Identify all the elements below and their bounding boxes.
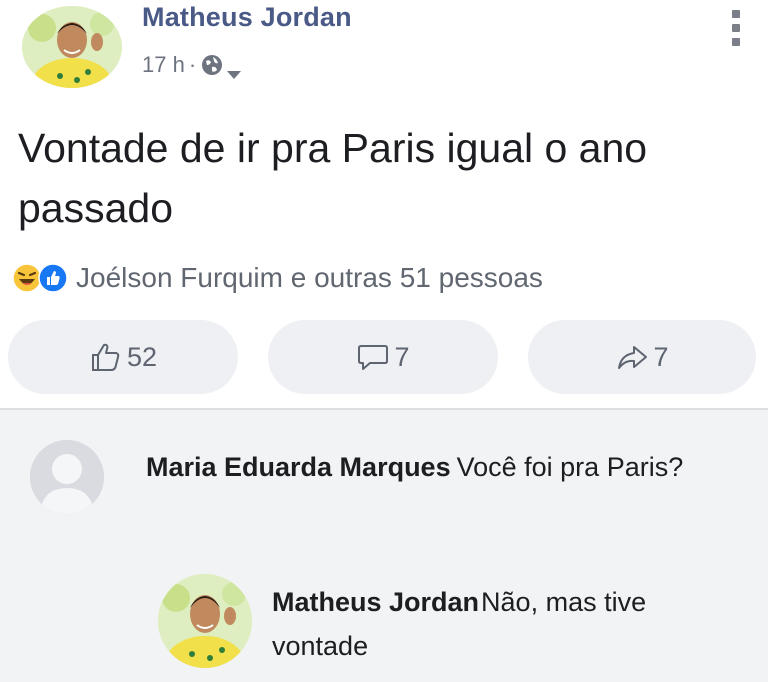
reactions-summary-text: Joélson Furquim e outras 51 pessoas bbox=[76, 262, 543, 293]
chevron-down-icon[interactable] bbox=[227, 60, 242, 79]
comment-button[interactable]: 7 bbox=[268, 320, 498, 394]
like-count: 52 bbox=[126, 341, 158, 372]
comment-1-author[interactable]: Maria Eduarda Marques bbox=[146, 452, 451, 482]
post-card: Matheus Jordan 17 h · Vontade de ir pra … bbox=[0, 0, 768, 408]
comment-1-text: Você foi pra Paris? bbox=[456, 452, 684, 482]
comment-2: Matheus JordanNão, mas tive vontade bbox=[272, 580, 742, 668]
vertical-dots-icon[interactable] bbox=[728, 8, 744, 48]
reactions-summary[interactable]: Joélson Furquim e outras 51 pessoas bbox=[12, 262, 543, 294]
share-button[interactable]: 7 bbox=[528, 320, 756, 394]
comment-icon bbox=[358, 345, 389, 370]
post-comments-divider bbox=[0, 408, 768, 410]
post-timestamp[interactable]: 17 h bbox=[142, 52, 185, 78]
post-body-text: Vontade de ir pra Paris igual o ano pass… bbox=[18, 125, 648, 231]
facebook-post-view: Matheus Jordan 17 h · Vontade de ir pra … bbox=[0, 0, 768, 682]
author-avatar[interactable] bbox=[22, 6, 122, 88]
default-profile-icon[interactable] bbox=[30, 440, 104, 514]
comment-2-author[interactable]: Matheus Jordan bbox=[272, 587, 479, 617]
comment-1: Maria Eduarda Marques Você foi pra Paris? bbox=[146, 446, 746, 488]
share-arrow-icon bbox=[618, 346, 648, 369]
like-reaction-icon bbox=[38, 263, 68, 293]
meta-separator: · bbox=[188, 52, 197, 77]
reply-author-avatar[interactable] bbox=[158, 574, 252, 668]
post-meta: 17 h · bbox=[142, 52, 242, 79]
like-button[interactable]: 52 bbox=[8, 320, 238, 394]
comment-count: 7 bbox=[394, 341, 410, 372]
globe-icon[interactable] bbox=[200, 53, 224, 77]
thumbs-up-icon bbox=[91, 343, 120, 371]
share-count: 7 bbox=[653, 341, 669, 372]
post-author-name[interactable]: Matheus Jordan bbox=[142, 2, 352, 33]
